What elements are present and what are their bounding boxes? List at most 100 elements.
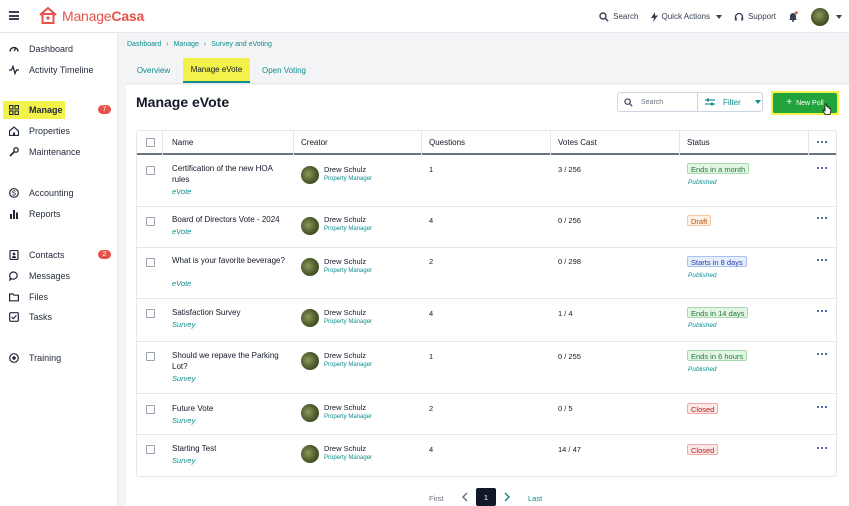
row-checkbox[interactable] bbox=[146, 445, 155, 454]
column-header-creator[interactable]: Creator bbox=[301, 138, 328, 147]
poll-name[interactable]: Board of Directors Vote - 2024 bbox=[172, 215, 290, 226]
sidebar-item-tasks[interactable]: Tasks bbox=[0, 308, 118, 326]
table-row[interactable]: Starting Test Survey Drew Schulz Propert… bbox=[137, 435, 836, 476]
new-poll-label: New Poll bbox=[796, 99, 824, 107]
grid-icon bbox=[9, 105, 19, 115]
creator-name: Drew Schulz bbox=[324, 215, 367, 224]
quick-actions-label: Quick Actions bbox=[661, 12, 710, 21]
row-actions-icon[interactable] bbox=[817, 406, 827, 410]
sidebar-item-properties[interactable]: Properties bbox=[0, 122, 118, 140]
table-row[interactable]: Satisfaction Survey Survey Drew Schulz P… bbox=[137, 299, 836, 342]
sidebar-item-maintenance[interactable]: Maintenance bbox=[0, 143, 118, 161]
row-checkbox[interactable] bbox=[146, 309, 155, 318]
poll-type: eVote bbox=[172, 279, 192, 288]
tab-open-voting[interactable]: Open Voting bbox=[256, 58, 312, 83]
notification-badge: 7 bbox=[98, 105, 111, 114]
support-button[interactable]: Support bbox=[734, 12, 776, 22]
sidebar-item-label: Training bbox=[29, 353, 62, 363]
notifications-button[interactable] bbox=[788, 11, 802, 22]
training-icon bbox=[9, 353, 19, 363]
breadcrumb-separator-icon: › bbox=[203, 41, 207, 48]
row-actions-icon[interactable] bbox=[817, 310, 827, 314]
column-header-status[interactable]: Status bbox=[687, 138, 710, 147]
sidebar-item-label: Dashboard bbox=[29, 44, 74, 54]
row-actions-icon[interactable] bbox=[817, 167, 827, 171]
poll-name[interactable]: Satisfaction Survey bbox=[172, 308, 290, 319]
column-divider bbox=[550, 131, 551, 155]
column-divider bbox=[162, 131, 163, 155]
chat-icon bbox=[9, 271, 18, 281]
filter-button[interactable]: Filter bbox=[698, 92, 763, 112]
creator-avatar bbox=[301, 445, 319, 463]
poll-name[interactable]: Starting Test bbox=[172, 444, 290, 455]
poll-type: eVote bbox=[172, 227, 192, 236]
chevron-right-icon[interactable] bbox=[503, 492, 511, 502]
row-checkbox[interactable] bbox=[146, 166, 155, 175]
creator-avatar bbox=[301, 352, 319, 370]
user-menu[interactable] bbox=[811, 7, 842, 26]
creator-name: Drew Schulz bbox=[324, 403, 367, 412]
chevron-down-icon bbox=[715, 14, 722, 19]
creator-role: Property Manager bbox=[324, 455, 373, 461]
tab-manage-evote[interactable]: Manage eVote bbox=[183, 58, 250, 83]
menu-icon[interactable] bbox=[9, 11, 19, 20]
select-all-checkbox[interactable] bbox=[146, 138, 155, 147]
publish-status: Published bbox=[688, 272, 717, 279]
pagination-last[interactable]: Last bbox=[528, 494, 542, 503]
sidebar-item-activity-timeline[interactable]: Activity Timeline bbox=[0, 61, 118, 79]
sidebar-item-messages[interactable]: Messages bbox=[0, 267, 118, 285]
sidebar-item-contacts[interactable]: Contacts 2 bbox=[0, 246, 118, 264]
quick-actions-button[interactable]: Quick Actions bbox=[650, 11, 722, 22]
sidebar-item-manage[interactable]: Manage 7 bbox=[0, 101, 118, 119]
dashboard-icon bbox=[9, 46, 19, 52]
row-checkbox[interactable] bbox=[146, 405, 155, 414]
questions-count: 2 bbox=[429, 257, 434, 266]
poll-name[interactable]: What is your favorite beverage? bbox=[172, 256, 290, 267]
breadcrumb-item[interactable]: Survey and eVoting bbox=[211, 41, 272, 48]
row-actions-icon[interactable] bbox=[817, 217, 827, 221]
search-icon bbox=[599, 11, 609, 22]
headset-icon bbox=[734, 12, 744, 20]
table-row[interactable]: What is your favorite beverage? eVote Dr… bbox=[137, 248, 836, 299]
sidebar-item-dashboard[interactable]: Dashboard bbox=[0, 40, 118, 58]
search-input[interactable] bbox=[641, 98, 693, 106]
votes-cast: 14 / 47 bbox=[558, 445, 581, 454]
pagination-current-page[interactable]: 1 bbox=[476, 488, 496, 506]
row-checkbox[interactable] bbox=[146, 258, 155, 267]
pagination-first[interactable]: First bbox=[429, 494, 444, 503]
more-options-icon[interactable] bbox=[817, 141, 827, 145]
search-button[interactable]: Search bbox=[599, 11, 639, 22]
search-box[interactable] bbox=[617, 92, 698, 112]
support-label: Support bbox=[747, 12, 776, 21]
questions-count: 4 bbox=[429, 309, 434, 318]
breadcrumb-item[interactable]: Dashboard bbox=[127, 41, 161, 48]
column-header-name[interactable]: Name bbox=[172, 138, 193, 147]
row-checkbox[interactable] bbox=[146, 352, 155, 361]
poll-name[interactable]: Future Vote bbox=[172, 404, 290, 415]
sidebar-item-training[interactable]: Training bbox=[0, 349, 118, 367]
sidebar-item-reports[interactable]: Reports bbox=[0, 205, 118, 223]
tab-overview[interactable]: Overview bbox=[131, 58, 176, 83]
table-row[interactable]: Certification of the new HOA rules eVote… bbox=[137, 157, 836, 207]
column-header-votes-cast[interactable]: Votes Cast bbox=[558, 138, 597, 147]
column-header-questions[interactable]: Questions bbox=[429, 138, 465, 147]
sidebar-item-files[interactable]: Files bbox=[0, 288, 118, 306]
row-actions-icon[interactable] bbox=[817, 353, 827, 357]
app-logo[interactable]: ManageCasa bbox=[39, 7, 144, 24]
creator-role: Property Manager bbox=[324, 268, 373, 274]
table-row[interactable]: Board of Directors Vote - 2024 eVote Dre… bbox=[137, 207, 836, 248]
sidebar-item-accounting[interactable]: $ Accounting bbox=[0, 184, 118, 202]
poll-name[interactable]: Should we repave the Parking Lot? bbox=[172, 351, 290, 372]
poll-type: Survey bbox=[172, 320, 196, 329]
table-row[interactable]: Should we repave the Parking Lot? Survey… bbox=[137, 342, 836, 394]
column-divider bbox=[421, 131, 422, 155]
breadcrumb-item[interactable]: Manage bbox=[174, 41, 199, 48]
publish-status: Published bbox=[688, 179, 717, 186]
chevron-left-icon[interactable] bbox=[461, 492, 469, 502]
row-actions-icon[interactable] bbox=[817, 259, 827, 263]
row-actions-icon[interactable] bbox=[817, 447, 827, 451]
row-checkbox[interactable] bbox=[146, 217, 155, 226]
table-row[interactable]: Future Vote Survey Drew Schulz Property … bbox=[137, 394, 836, 435]
poll-name[interactable]: Certification of the new HOA rules bbox=[172, 164, 290, 185]
search-label: Search bbox=[613, 12, 639, 21]
